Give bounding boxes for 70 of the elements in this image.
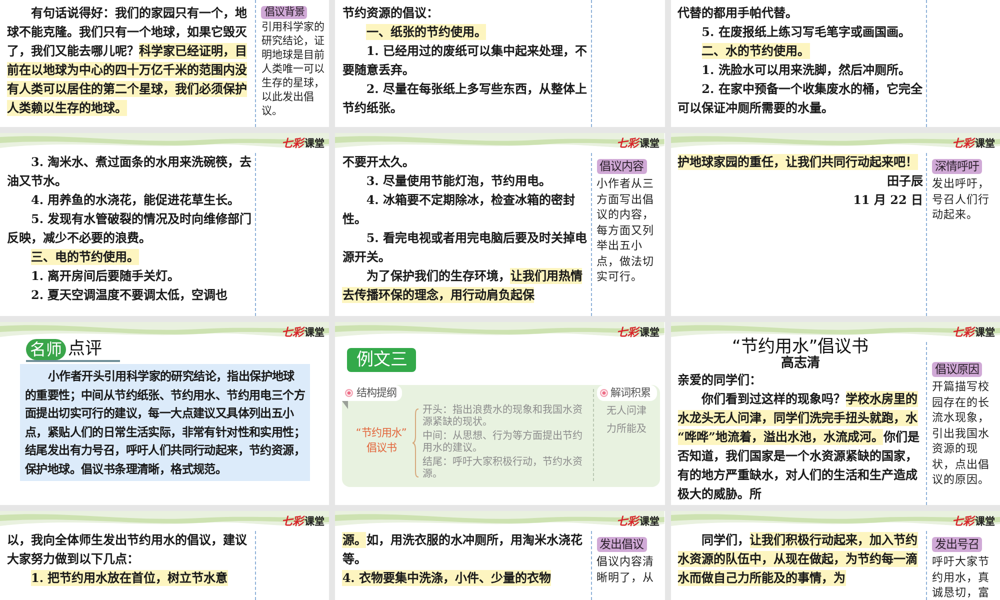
note-text: 倡议内容清晰明了，从: [596, 554, 656, 585]
letter-paragraph: 3. 尽量使用节能灯泡，节约用电。: [365, 173, 552, 190]
author-name: 高志清: [780, 356, 821, 371]
brand-logo: 七彩课堂: [952, 514, 995, 529]
glossary-label: 解词积累: [610, 386, 651, 400]
letter-paragraph: 5. 看完电视或者用完电脑后要及时关掉电源开关。: [342, 230, 588, 266]
brace-icon: [412, 408, 420, 478]
letter-paragraph: 有句话说得好：我们的家园只有一个，地球不能克隆。我们只有一个地球，如果它毁灭了，我们又能去哪儿呢？科学家已经证明，目前在以地球为中心的四十万亿千米的范围内没有人类可以居住的第二个星球，我们必须保护人类赖以生存的地球。: [7, 5, 248, 118]
letter-paragraph: 为了保护我们的生存环境，让我们用热情去传播环保的理念，用行动肩负起保: [342, 267, 584, 305]
brand-logo: 七彩课堂: [616, 514, 660, 529]
letter-paragraph: 1. 离开房间后要随手关灯。: [30, 268, 181, 285]
brand-logo: 七彩课堂: [281, 136, 324, 151]
letter-paragraph: 4. 衣物要集中洗涤，小件、少量的衣物: [342, 569, 552, 588]
glossary-word: 力所能及: [606, 423, 647, 437]
letter-paragraph: 1. 把节约用水放在首位，树立节水意: [30, 569, 229, 588]
letter-paragraph: 不要开太久。: [342, 154, 416, 171]
letter-paragraph: 4. 用养鱼的水浇花，能促进花草生长。: [30, 192, 241, 209]
triangle-icon: [342, 401, 348, 409]
note-text: 呼吁大家节约用水，真诚恳切，富: [932, 554, 990, 600]
letter-paragraph: 2. 在家中预备一个收集废水的桶，它完全可以保证冲厕所需要的水量。: [678, 81, 923, 117]
brand-logo: 七彩课堂: [952, 325, 995, 340]
letter-paragraph: 护地球家园的重任，让我们共同行动起来吧！: [678, 153, 919, 172]
outline-item: 中间：从思想、行为等方面提出节约用水的建议。: [422, 431, 584, 455]
note-tag: 倡议背景: [261, 6, 308, 19]
note-tag: 发出号召: [932, 537, 982, 552]
signature-line: 11 月 22 日: [852, 192, 923, 209]
brand-logo: 七彩课堂: [281, 325, 324, 340]
letter-paragraph: 你们看到过这样的现象吗？学校水房里的水龙头无人问津，同学们洗完手扭头就跑，水“哗哗”地流着，溢出水池，水流成河。你们是否知道，我们国家是一个水资源紧缺的国家，有的地方严重缺水，对人们的生活和生产造成极大的威胁。所: [678, 390, 920, 503]
brand-logo: 七彩课堂: [952, 136, 995, 151]
outline-item: 开头：指出浪费水的现象和我国水资源紧缺的现状。: [422, 405, 584, 429]
brand-logo: 七彩课堂: [616, 325, 660, 340]
example-label: 例文三: [347, 348, 416, 372]
letter-paragraph: 4. 冰箱要不定期除冰，检查冰箱的密封性。: [342, 192, 576, 228]
letter-paragraph: 3. 淘米水、煮过面条的水用来洗碗筷，去油又节水。: [7, 154, 252, 190]
letter-paragraph: 二、水的节约使用。: [700, 42, 811, 61]
section-heading: 点评: [68, 339, 102, 360]
note-text: 小作者从三方面写出倡议的内容，每方面又列举出五小点，做法切实可行。: [596, 176, 656, 284]
signature-line: 田子辰: [886, 173, 923, 190]
letter-paragraph: 亲爱的同学们：: [678, 372, 763, 389]
letter-paragraph: 源。如，用洗衣服的水冲厕所，用淘米水浇花等。: [342, 531, 584, 568]
note-tag: 深情呼吁: [932, 159, 982, 174]
letter-paragraph: 2. 夏天空调温度不要调太低，空调也: [30, 287, 229, 304]
letter-paragraph: 以，我向全体师生发出节约用水的倡议，建议大家努力做到以下几点：: [7, 532, 248, 568]
letter-paragraph: 节约资源的倡议：: [342, 5, 440, 22]
letter-paragraph: 5. 在废报纸上练习写毛笔字或画国画。: [700, 24, 912, 41]
dot-icon: [600, 389, 608, 397]
letter-title: “节约用水”倡议书: [731, 338, 870, 356]
note-text: 引用科学家的研究结论，证明地球是目前人类唯一可以生存的星球，以此发出倡议。: [261, 20, 326, 118]
note-tag: 倡议原因: [932, 362, 982, 377]
review-text: 小作者开头引用科学家的研究结论，指出保护地球的重要性；中间从节约纸张、节约用水、节约用电三个方面提出切实可行的建议，每一大点建议又具体列出五小点，紧贴人们的日常生活实际，非常有针对性和实用性；结尾发出有力号召，呼吁人们共同行动起来，节约资源，保护地球。倡议书条理清晰，格式规范。: [25, 368, 306, 478]
outline-item: 结尾：呼吁大家积极行动，节约水资源。: [422, 457, 584, 481]
letter-paragraph: 5. 发现有水管破裂的情况及时向维修部门反映，减少不必要的浪费。: [7, 211, 252, 247]
note-text: 发出呼吁，号召人们行动起来。: [932, 176, 990, 222]
brand-logo: 七彩课堂: [616, 136, 660, 151]
letter-paragraph: 2. 尽量在每张纸上多写些东西，从整体上节约纸张。: [342, 81, 588, 117]
letter-paragraph: 1. 已经用过的废纸可以集中起来处理，不要随意丢弃。: [342, 43, 588, 79]
note-tag: 发出倡议: [596, 537, 647, 552]
letter-paragraph: 同学们，让我们积极行动起来，加入节约水资源的队伍中，从现在做起，为节约每一滴水而做自己力所能及的事情，为: [678, 531, 919, 588]
letter-paragraph: 三、电的节约使用。: [30, 248, 140, 267]
outline-label: 结构提纲: [356, 386, 396, 400]
letter-paragraph: 1. 洗脸水可以用来洗脚，然后冲厕所。: [700, 62, 912, 79]
dot-icon: [345, 389, 354, 397]
note-text: 开篇描写校园存在的长流水现象，引出我国水资源的现状，点出倡议的原因。: [932, 379, 990, 488]
outline-topic: “节约用水”倡议书: [354, 426, 408, 456]
note-tag: 倡议内容: [596, 159, 647, 174]
glossary-word: 无人问津: [606, 405, 647, 419]
letter-paragraph: 一、纸张的节约使用。: [365, 23, 488, 42]
brand-logo: 七彩课堂: [281, 514, 324, 529]
teacher-badge: 名师: [26, 339, 66, 360]
letter-paragraph: 代替的都用手帕代替。: [678, 5, 799, 22]
